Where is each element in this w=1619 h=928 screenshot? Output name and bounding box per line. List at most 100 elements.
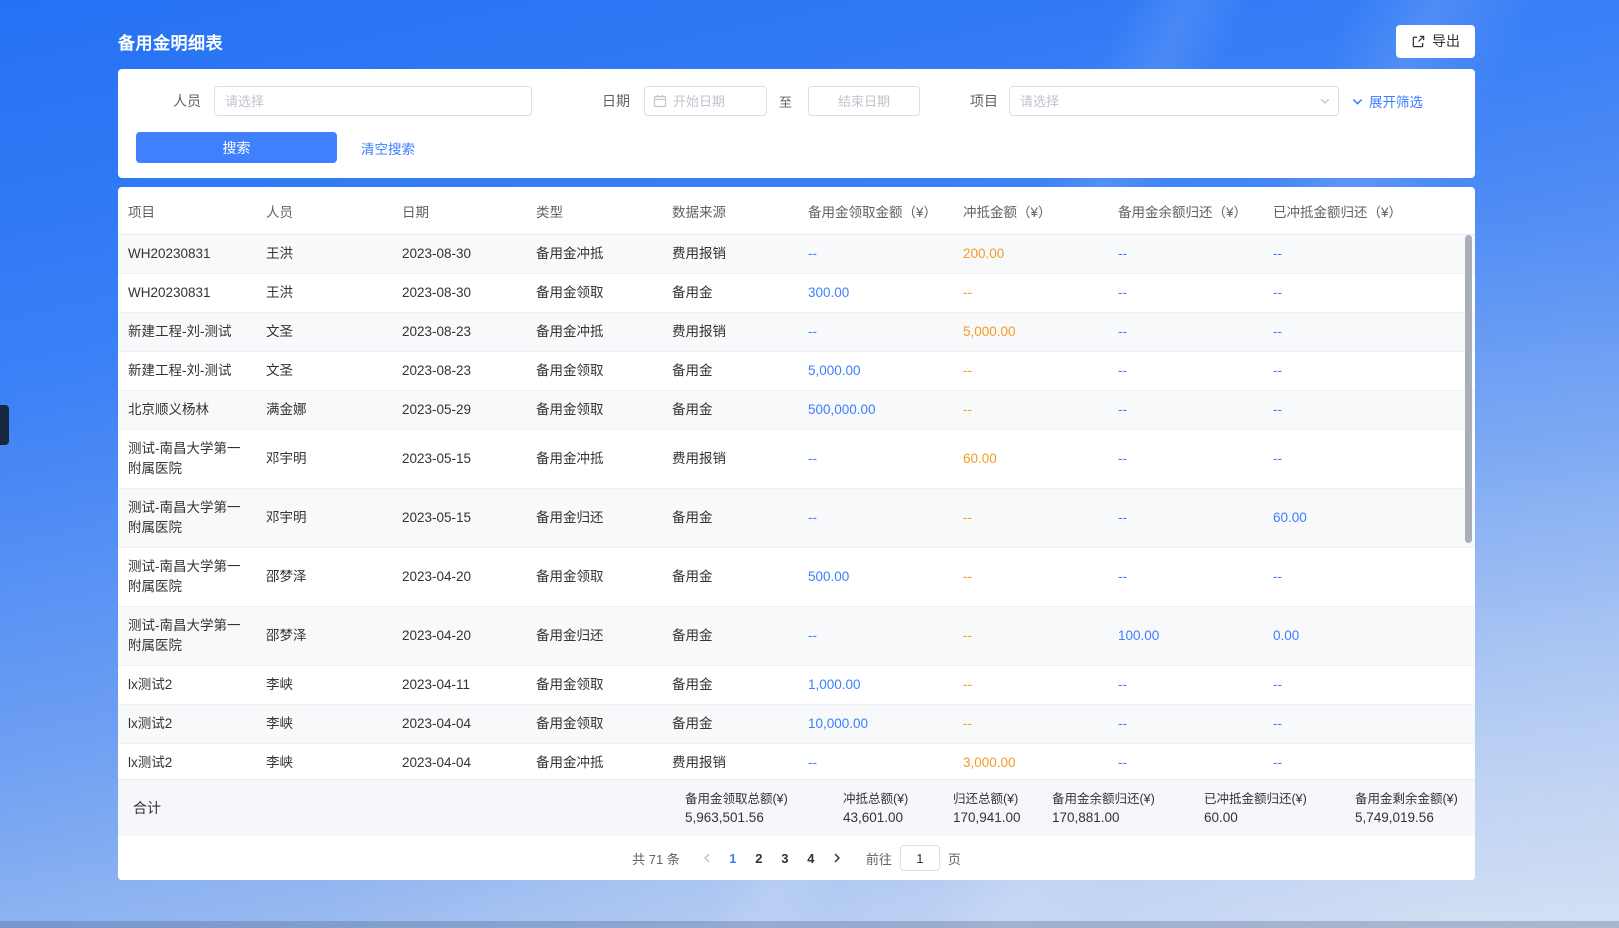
goto-page-input[interactable] <box>900 845 940 871</box>
table-row: 新建工程-刘-测试文圣2023-08-23备用金领取备用金5,000.00---… <box>118 352 1475 391</box>
pager-pages: 1234 <box>720 845 824 871</box>
column-header: 项目 <box>118 187 256 235</box>
main-content: 备用金明细表 导出 人员 日期 至 <box>118 0 1475 880</box>
pagination: 共 71 条 1234 前往 页 <box>118 836 1475 880</box>
cell-withdraw: 10,000.00 <box>798 705 953 744</box>
cell-source: 费用报销 <box>662 235 798 274</box>
summary-item-value: 170,881.00 <box>1052 808 1204 827</box>
cell-offset: -- <box>953 666 1108 705</box>
end-date-input[interactable] <box>808 86 920 116</box>
table-header-row: 项目人员日期类型数据来源备用金领取金额（¥）冲抵金额（¥）备用金余额归还（¥）已… <box>118 187 1475 235</box>
prev-page-button[interactable] <box>694 845 720 871</box>
person-select-input[interactable] <box>214 86 532 116</box>
cell-offset_return: -- <box>1263 391 1475 430</box>
cell-type: 备用金领取 <box>526 705 662 744</box>
cell-source: 备用金 <box>662 607 798 666</box>
cell-offset_return: 0.00 <box>1263 607 1475 666</box>
calendar-icon <box>653 94 667 108</box>
cell-project: 测试-南昌大学第一附属医院 <box>118 430 256 489</box>
summary-item: 冲抵总额(¥)43,601.00 <box>843 790 953 827</box>
cell-balance_return: -- <box>1108 548 1263 607</box>
cell-offset_return: -- <box>1263 313 1475 352</box>
next-page-button[interactable] <box>824 845 850 871</box>
column-header: 备用金余额归还（¥） <box>1108 187 1263 235</box>
cell-withdraw: 1,000.00 <box>798 666 953 705</box>
cell-offset: -- <box>953 705 1108 744</box>
cell-type: 备用金领取 <box>526 274 662 313</box>
filter-actions: 搜索 清空搜索 <box>136 132 1457 163</box>
summary-item-label: 备用金剩余金额(¥) <box>1355 790 1475 808</box>
page-button-2[interactable]: 2 <box>746 845 772 871</box>
drawer-handle[interactable] <box>0 405 9 445</box>
cell-source: 费用报销 <box>662 430 798 489</box>
project-select-input[interactable] <box>1009 86 1339 116</box>
cell-offset_return: -- <box>1263 744 1475 780</box>
cell-project: 测试-南昌大学第一附属医院 <box>118 489 256 548</box>
cell-person: 李峡 <box>256 744 392 780</box>
cell-person: 邵梦泽 <box>256 548 392 607</box>
cell-source: 备用金 <box>662 489 798 548</box>
project-select[interactable] <box>1009 86 1339 116</box>
cell-offset_return: -- <box>1263 548 1475 607</box>
cell-offset_return: -- <box>1263 666 1475 705</box>
cell-type: 备用金归还 <box>526 489 662 548</box>
summary-item-label: 归还总额(¥) <box>953 790 1052 808</box>
table-row: WH20230831王洪2023-08-30备用金冲抵费用报销--200.00-… <box>118 235 1475 274</box>
cell-type: 备用金归还 <box>526 607 662 666</box>
end-date-field[interactable] <box>819 94 909 109</box>
cell-withdraw: -- <box>798 744 953 780</box>
cell-project: 测试-南昌大学第一附属医院 <box>118 548 256 607</box>
cell-balance_return: -- <box>1108 489 1263 548</box>
summary-item-label: 备用金余额归还(¥) <box>1052 790 1204 808</box>
cell-offset: -- <box>953 274 1108 313</box>
summary-item-label: 备用金领取总额(¥) <box>685 790 843 808</box>
person-filter-label: 人员 <box>136 91 201 111</box>
cell-person: 满金娜 <box>256 391 392 430</box>
filter-panel: 人员 日期 至 项目 <box>118 69 1475 178</box>
summary-item-value: 170,941.00 <box>953 808 1052 827</box>
cell-withdraw: -- <box>798 607 953 666</box>
table-row: 北京顺义杨林满金娜2023-05-29备用金领取备用金500,000.00---… <box>118 391 1475 430</box>
table-row: 测试-南昌大学第一附属医院邓宇明2023-05-15备用金归还备用金------… <box>118 489 1475 548</box>
summary-item-value: 43,601.00 <box>843 808 953 827</box>
start-date-input[interactable] <box>644 86 767 116</box>
summary-total-label: 合计 <box>133 798 685 818</box>
cell-offset: 3,000.00 <box>953 744 1108 780</box>
cell-type: 备用金冲抵 <box>526 235 662 274</box>
search-button[interactable]: 搜索 <box>136 132 337 163</box>
cell-type: 备用金冲抵 <box>526 430 662 489</box>
expand-filters-link[interactable]: 展开筛选 <box>1351 91 1423 111</box>
cell-balance_return: 100.00 <box>1108 607 1263 666</box>
cell-type: 备用金冲抵 <box>526 313 662 352</box>
cell-date: 2023-04-11 <box>392 666 526 705</box>
cell-project: 测试-南昌大学第一附属医院 <box>118 607 256 666</box>
start-date-field[interactable] <box>667 94 745 109</box>
cell-type: 备用金领取 <box>526 666 662 705</box>
cell-date: 2023-05-15 <box>392 430 526 489</box>
table-row: lx测试2李峡2023-04-04备用金冲抵费用报销--3,000.00---- <box>118 744 1475 780</box>
page-button-4[interactable]: 4 <box>798 845 824 871</box>
summary-item-label: 已冲抵金额归还(¥) <box>1204 790 1355 808</box>
export-button[interactable]: 导出 <box>1396 25 1475 58</box>
cell-withdraw: -- <box>798 489 953 548</box>
chevron-down-icon <box>1351 95 1364 108</box>
goto-label: 前往 <box>866 849 892 868</box>
cell-offset: -- <box>953 548 1108 607</box>
cell-person: 李峡 <box>256 705 392 744</box>
table-row: 测试-南昌大学第一附属医院邵梦泽2023-04-20备用金领取备用金500.00… <box>118 548 1475 607</box>
clear-search-link[interactable]: 清空搜索 <box>361 138 415 158</box>
table-scroll-area: 项目人员日期类型数据来源备用金领取金额（¥）冲抵金额（¥）备用金余额归还（¥）已… <box>118 187 1475 779</box>
cell-offset_return: -- <box>1263 430 1475 489</box>
cell-person: 邓宇明 <box>256 489 392 548</box>
chevron-left-icon <box>701 852 713 864</box>
summary-item: 备用金剩余金额(¥)5,749,019.56 <box>1355 790 1475 827</box>
summary-item-value: 5,963,501.56 <box>685 808 843 827</box>
cell-type: 备用金领取 <box>526 548 662 607</box>
page-button-1[interactable]: 1 <box>720 845 746 871</box>
summary-item: 已冲抵金额归还(¥)60.00 <box>1204 790 1355 827</box>
cell-date: 2023-08-30 <box>392 274 526 313</box>
summary-items: 备用金领取总额(¥)5,963,501.56冲抵总额(¥)43,601.00归还… <box>685 790 1475 827</box>
chevron-right-icon <box>831 852 843 864</box>
table-scrollbar[interactable] <box>1465 235 1472 543</box>
page-button-3[interactable]: 3 <box>772 845 798 871</box>
